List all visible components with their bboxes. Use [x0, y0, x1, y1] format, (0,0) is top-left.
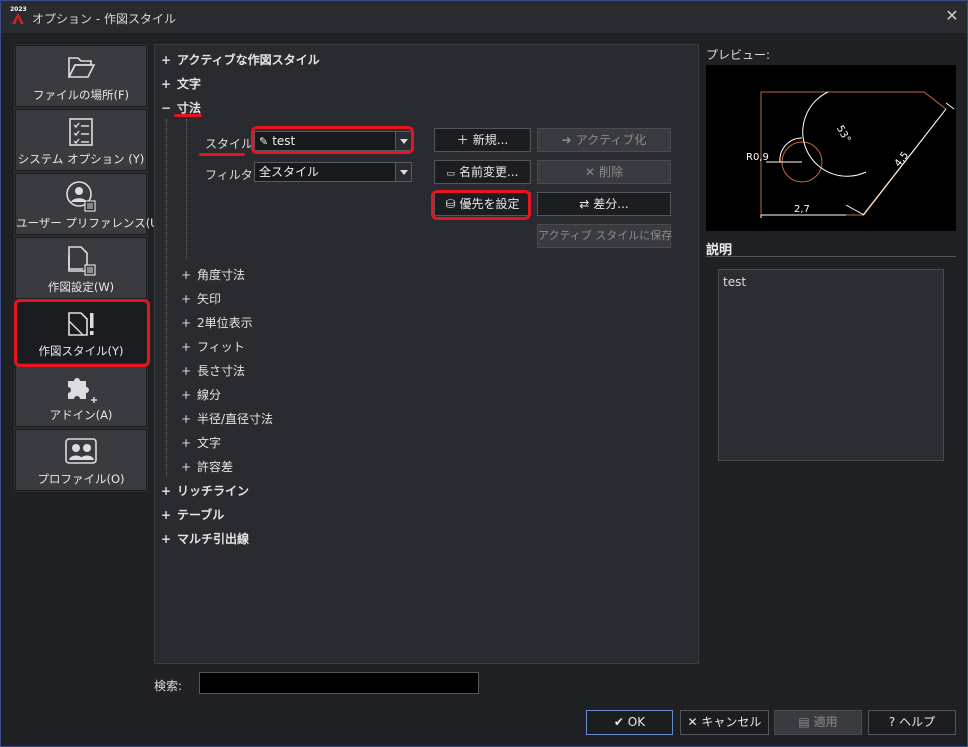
- arrow-right-icon: ➜: [561, 133, 572, 147]
- chevron-down-icon[interactable]: [395, 163, 411, 181]
- highlight-dimension-underline: [174, 114, 202, 117]
- profile-icon: [65, 438, 97, 464]
- new-button[interactable]: ＋新規...: [434, 128, 531, 152]
- preview-canvas: R0,9 53° 4,5 2,7: [706, 65, 956, 231]
- preview-diagonal-label: 4,5: [893, 150, 911, 169]
- tree-guide-line: [166, 119, 167, 477]
- tree-node-lines[interactable]: + 線分: [181, 386, 221, 403]
- tree-node-linear-dim[interactable]: + 長さ寸法: [181, 362, 245, 379]
- rename-button[interactable]: ▭ 名前変更...: [434, 160, 531, 184]
- sidebar-item-label: システム オプション (Y): [17, 152, 145, 166]
- filter-select[interactable]: 全スタイル: [254, 162, 412, 182]
- tree-node-arrow[interactable]: + 矢印: [181, 290, 221, 307]
- highlight-style-select: [251, 126, 414, 154]
- tree-node-dual-units[interactable]: +2単位表示: [181, 314, 253, 331]
- drawing-settings-icon: [68, 246, 96, 276]
- tree-node-radius-diameter[interactable]: + 半径/直径寸法: [181, 410, 273, 427]
- apply-button[interactable]: ▤ 適用: [774, 710, 862, 735]
- apply-icon: ▤: [798, 715, 814, 729]
- sidebar-item-label: ファイルの場所(F): [32, 88, 130, 102]
- filter-label: フィルタ:: [205, 168, 257, 182]
- tree-node-richline[interactable]: + リッチライン: [161, 482, 249, 499]
- sidebar-item-system-options[interactable]: システム オプション (Y): [15, 109, 147, 171]
- app-badge: 2023: [10, 6, 27, 13]
- tree-node-angular-dim[interactable]: + 角度寸法: [181, 266, 245, 283]
- tree-node-fit[interactable]: + フィット: [181, 338, 245, 355]
- tree-node-tolerance[interactable]: + 許容差: [181, 458, 233, 475]
- help-icon: ?: [888, 715, 900, 729]
- x-icon: ✕: [687, 715, 702, 729]
- preview-bottom-label: 2,7: [794, 204, 810, 215]
- search-label: 検索:: [154, 679, 183, 693]
- tree-node-dim-text[interactable]: + 文字: [181, 434, 221, 451]
- sidebar-item-label: プロファイル(O): [37, 472, 125, 486]
- rename-icon: ▭: [446, 169, 456, 179]
- sidebar-item-user-preferences[interactable]: ユーザー プリファレンス(U): [15, 173, 164, 235]
- help-button[interactable]: ? ヘルプ: [868, 710, 956, 735]
- diff-icon: ⇄: [579, 197, 590, 211]
- options-dialog: 2023 オプション - 作図スタイル ✕ ファイルの場所(F) システム オプ…: [0, 0, 968, 747]
- save-to-active-button[interactable]: アクティブ スタイルに保存: [537, 224, 672, 248]
- sidebar-item-label: ユーザー プリファレンス(U): [16, 216, 164, 230]
- app-logo-icon: 2023: [10, 6, 27, 25]
- highlight-set-priority: [431, 190, 531, 220]
- style-label: スタイル:: [205, 137, 258, 151]
- title-bar: 2023 オプション - 作図スタイル ✕: [1, 1, 967, 33]
- preview-radius-label: R0,9: [746, 152, 769, 163]
- preview-angle-label: 53°: [834, 124, 852, 145]
- sidebar-item-file-locations[interactable]: ファイルの場所(F): [15, 45, 147, 107]
- close-icon[interactable]: ✕: [943, 7, 961, 25]
- tree-guide-line: [186, 119, 187, 259]
- diff-button[interactable]: ⇄ 差分...: [537, 192, 671, 216]
- sidebar-item-label: 作図設定(W): [47, 280, 115, 294]
- check-icon: ✔: [613, 715, 628, 729]
- folder-icon: [67, 57, 96, 78]
- tree-node-active-style[interactable]: + アクティブな作図スタイル: [161, 51, 320, 68]
- tree-node-table[interactable]: + テーブル: [161, 506, 224, 523]
- puzzle-icon: [68, 378, 97, 403]
- plus-icon: ＋: [456, 133, 469, 147]
- tree-node-text[interactable]: + 文字: [161, 75, 201, 92]
- highlight-drawing-style: [14, 299, 150, 367]
- filter-select-value: 全スタイル: [259, 165, 320, 179]
- highlight-style-underline: [199, 153, 245, 156]
- options-sidebar: ファイルの場所(F) システム オプション (Y) ユーザー プリファレンス(U…: [14, 44, 164, 492]
- user-icon: [66, 181, 96, 212]
- activate-button[interactable]: ➜ アクティブ化: [537, 128, 671, 152]
- sidebar-item-profiles[interactable]: プロファイル(O): [15, 429, 147, 491]
- search-input[interactable]: [199, 672, 479, 694]
- sidebar-item-addins[interactable]: アドイン(A): [15, 365, 147, 427]
- ok-button[interactable]: ✔ OK: [586, 710, 673, 735]
- preview-label: プレビュー:: [706, 48, 771, 62]
- tree-node-multileader[interactable]: + マルチ引出線: [161, 530, 249, 547]
- cancel-button[interactable]: ✕ キャンセル: [680, 710, 769, 735]
- checklist-icon: [69, 118, 93, 146]
- description-divider: [706, 256, 956, 257]
- window-title: オプション - 作図スタイル: [32, 12, 176, 26]
- delete-x-icon: ✕: [584, 165, 596, 179]
- sidebar-item-label: アドイン(A): [49, 408, 113, 422]
- sidebar-item-drawing-settings[interactable]: 作図設定(W): [15, 237, 147, 299]
- delete-button[interactable]: ✕ 削除: [537, 160, 671, 184]
- description-box: test: [718, 269, 944, 461]
